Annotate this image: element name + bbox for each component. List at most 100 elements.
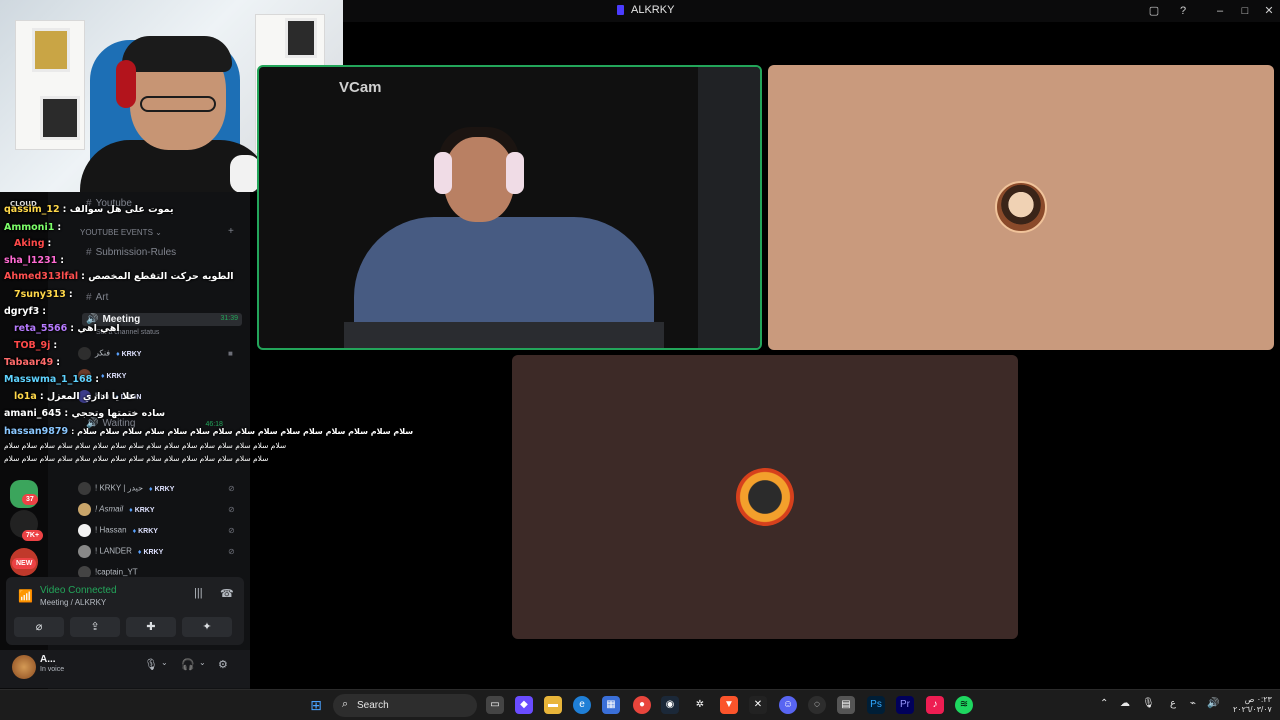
avatar xyxy=(78,482,91,495)
chevron-down-icon[interactable]: ⌄ xyxy=(199,658,206,667)
tile-side-panel xyxy=(698,67,760,348)
video-tile-vcam[interactable]: VCam xyxy=(257,65,762,350)
user-tag: KRKY xyxy=(133,528,158,535)
clock-date: ٢٠٢٦/٠٣/٠٧ xyxy=(1233,705,1272,714)
copilot-icon[interactable]: ◆ xyxy=(515,696,533,714)
chat-username: Ahmed313lfal xyxy=(4,271,79,282)
microphone-icon[interactable]: 🎙 xyxy=(144,658,158,671)
avatar xyxy=(78,545,91,558)
chat-message: Masswma_1_168: xyxy=(4,374,100,385)
search-placeholder: Search xyxy=(357,700,389,711)
camera-off-button[interactable]: ⌀ xyxy=(14,617,64,637)
chat-username: Aking xyxy=(14,238,45,249)
chat-message: Ahmed313lfal: الطويه حركت التقطع المخصص xyxy=(4,271,234,282)
streamer-bandana xyxy=(122,36,232,72)
chat-message: Ammoni1: xyxy=(4,222,62,233)
gear-icon[interactable]: ⚙ xyxy=(218,658,228,671)
voice-user-name: ! LANDER xyxy=(95,546,132,556)
chevron-down-icon[interactable]: ⌄ xyxy=(161,658,168,667)
glasses xyxy=(140,96,216,112)
disconnect-icon[interactable]: ☎ xyxy=(220,587,234,600)
video-tile-participant[interactable] xyxy=(512,355,1018,639)
capcut-icon[interactable]: ✕ xyxy=(749,696,767,714)
voice-user-name: ! Asmail xyxy=(95,504,124,514)
popout-icon[interactable]: ▢ xyxy=(1146,3,1162,19)
search-icon: ⌕ xyxy=(342,698,349,710)
chat-text: سلام سلام سلام سلام سلام سلام سلام سلام … xyxy=(77,427,414,436)
activities-button[interactable]: ✚ xyxy=(126,617,176,637)
new-badge: NEW xyxy=(12,558,37,569)
mic-tray-icon[interactable]: 🎙 xyxy=(1142,698,1155,709)
app-logo-icon xyxy=(617,5,624,15)
app-icon[interactable]: ◌ xyxy=(808,696,826,714)
chat-text: علا يا اداري المعزل xyxy=(46,391,136,402)
onedrive-icon[interactable]: ☁ xyxy=(1120,698,1130,709)
chat-username: dgryf3 xyxy=(4,306,40,317)
steam-icon[interactable]: ◉ xyxy=(661,696,679,714)
voice-user[interactable]: ! LANDER KRKY xyxy=(78,545,163,558)
store-icon[interactable]: ▦ xyxy=(602,696,620,714)
photoshop-icon[interactable]: Ps xyxy=(867,696,885,714)
headphone-left xyxy=(434,152,452,194)
chat-message: 7suny313: xyxy=(14,289,73,300)
voice-user[interactable]: ! Asmail KRKY xyxy=(78,503,155,516)
voice-user-name: !captain_YT xyxy=(95,567,138,577)
video-tile-participant[interactable] xyxy=(768,65,1274,350)
task-view-icon[interactable]: ▭ xyxy=(486,696,504,714)
soundboard-button[interactable]: ✦ xyxy=(182,617,232,637)
avatar[interactable] xyxy=(12,655,36,679)
noise-suppression-icon[interactable]: ||| xyxy=(194,587,203,599)
chrome-icon[interactable]: ● xyxy=(633,696,651,714)
chat-username: TOB_9j xyxy=(14,340,51,351)
network-icon[interactable]: ⌁ xyxy=(1190,698,1196,709)
discord-icon[interactable]: ☺ xyxy=(779,696,797,714)
close-button[interactable]: ✕ xyxy=(1261,3,1277,19)
user-status: In voice xyxy=(40,666,65,673)
voice-user-name: ! Hassan xyxy=(95,525,127,535)
chat-message: TOB_9j: xyxy=(14,340,58,351)
chat-text: الطويه حركت التقطع المخصص xyxy=(88,271,234,282)
chat-message: lo1a: علا يا اداري المعزل xyxy=(14,391,136,402)
brave-icon[interactable]: ▼ xyxy=(720,696,738,714)
participant-face xyxy=(444,137,514,222)
gold-plaque xyxy=(32,28,70,72)
voice-user[interactable]: ! Hassan KRKY xyxy=(78,524,158,537)
small-plaque xyxy=(285,18,317,58)
avatar xyxy=(78,503,91,516)
chat-message: hassan9879: سلام سلام سلام سلام سلام سلا… xyxy=(4,426,414,437)
system-clock[interactable]: ٠:٢٣ ص ٢٠٢٦/٠٣/٠٧ xyxy=(1233,695,1272,715)
microphone xyxy=(230,155,260,192)
edge-icon[interactable]: e xyxy=(573,696,591,714)
chat-username: Tabaar49 xyxy=(4,357,54,368)
headphones-icon[interactable]: 🎧 xyxy=(181,658,195,671)
chat-text: ساده ختمتها وتحجي xyxy=(71,408,166,419)
chat-username: hassan9879 xyxy=(4,426,69,437)
steelseries-icon[interactable]: ✲ xyxy=(691,696,709,714)
file-explorer-icon[interactable]: ▬ xyxy=(544,696,562,714)
help-icon[interactable]: ? xyxy=(1175,3,1191,19)
keyboard xyxy=(344,322,664,348)
avatar xyxy=(78,524,91,537)
chat-text: اهي اهي xyxy=(77,323,120,334)
chat-message: Aking: xyxy=(14,238,52,249)
tray-chevron-up-icon[interactable]: ⌃ xyxy=(1100,698,1108,709)
voice-user[interactable]: ! KRKY | حيدر KRKY xyxy=(78,482,174,495)
chat-message: qassim_12: يموت على هل سوالف xyxy=(4,204,174,215)
volume-icon[interactable]: 🔊 xyxy=(1207,698,1219,709)
windows-start-icon[interactable]: ⊞ xyxy=(307,696,325,714)
chat-text: يموت على هل سوالف xyxy=(69,204,174,215)
maximize-button[interactable]: □ xyxy=(1237,3,1253,19)
voice-channel-path[interactable]: Meeting / ALKRKY xyxy=(40,598,106,607)
premiere-icon[interactable]: Pr xyxy=(896,696,914,714)
tiktok-icon[interactable]: ♪ xyxy=(926,696,944,714)
taskbar-search[interactable]: ⌕ Search xyxy=(333,694,477,717)
screen-share-button[interactable]: ⇪ xyxy=(70,617,120,637)
voice-connection-panel: 📶 Video Connected Meeting / ALKRKY ||| ☎… xyxy=(6,577,244,645)
app-icon[interactable]: ▤ xyxy=(837,696,855,714)
unread-badge: 7K+ xyxy=(22,530,44,541)
spotify-icon[interactable]: ≋ xyxy=(955,696,973,714)
chat-username: qassim_12 xyxy=(4,204,60,215)
deafened-icon: ⊘ xyxy=(228,484,235,493)
minimize-button[interactable]: – xyxy=(1212,3,1228,19)
language-indicator[interactable]: ع xyxy=(1170,698,1176,709)
